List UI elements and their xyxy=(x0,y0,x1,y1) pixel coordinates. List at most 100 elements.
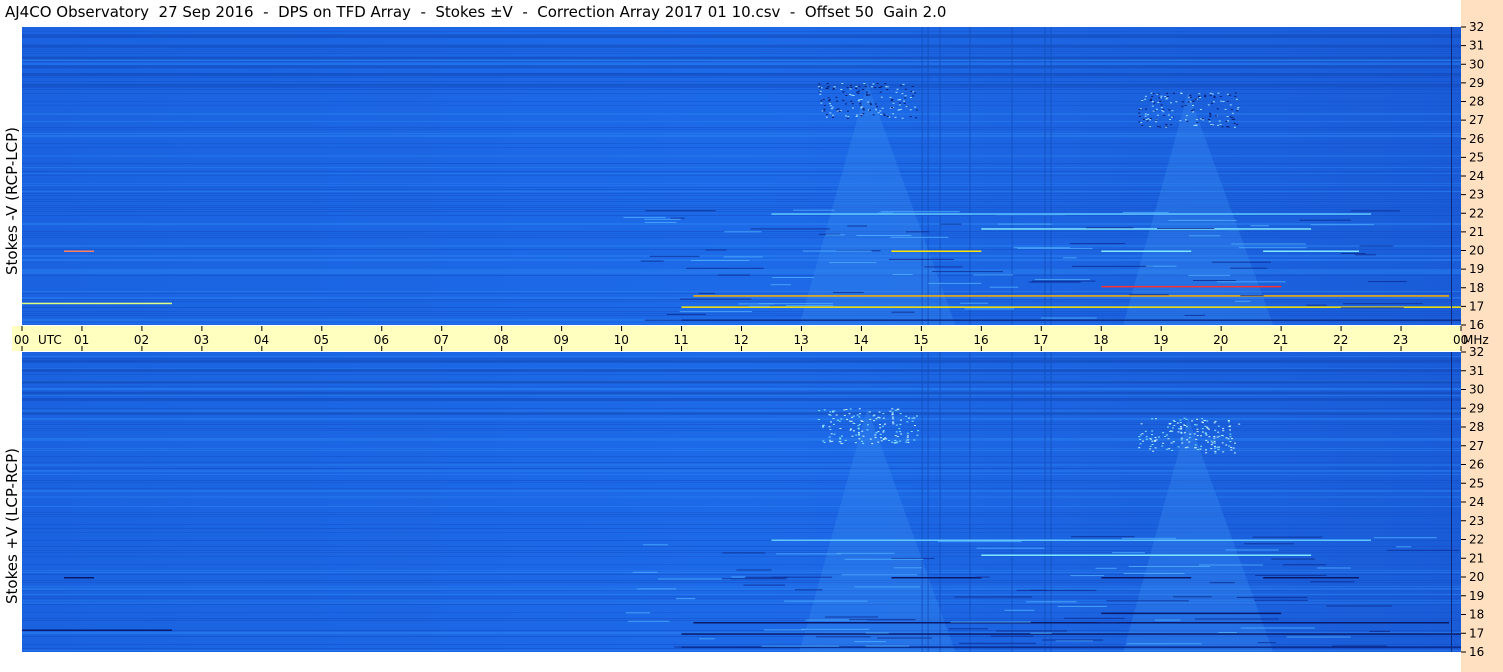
upper-streak xyxy=(724,231,762,233)
lower-burst-speckle xyxy=(1151,444,1154,445)
upper-burst-speckle xyxy=(1199,109,1202,110)
upper-burst-speckle xyxy=(1227,120,1230,122)
lower-streak xyxy=(1123,573,1185,574)
y-tick-label: 17 xyxy=(1469,299,1484,313)
lower-burst-speckle xyxy=(851,416,854,418)
utc-label: UTC xyxy=(38,333,62,347)
upper-band-stripe xyxy=(22,207,1461,208)
lower-dark-band xyxy=(22,411,1461,415)
lower-burst-speckle xyxy=(1188,437,1191,439)
upper-burst-speckle xyxy=(1222,101,1225,102)
upper-burst-speckle xyxy=(832,88,835,90)
upper-burst-speckle xyxy=(1210,124,1213,125)
lower-rfi-line xyxy=(1101,577,1192,579)
upper-rfi-line xyxy=(771,213,1372,215)
upper-streak xyxy=(989,286,1019,288)
lower-burst-speckle xyxy=(896,436,899,438)
upper-burst-speckle xyxy=(879,91,882,93)
upper-band-stripe xyxy=(22,89,1461,90)
upper-burst-speckle xyxy=(1201,118,1204,120)
lower-burst-speckle xyxy=(1201,421,1204,423)
upper-burst-speckle xyxy=(829,105,832,107)
upper-burst-speckle xyxy=(1158,97,1161,99)
y-tick-label: 16 xyxy=(1469,645,1484,659)
upper-burst-speckle xyxy=(1199,118,1202,120)
lower-burst-speckle xyxy=(883,423,886,425)
upper-band-stripe xyxy=(22,193,1461,194)
upper-streak xyxy=(1240,295,1264,297)
lower-streak xyxy=(721,578,787,580)
lower-streak xyxy=(891,557,935,559)
lower-burst-speckle xyxy=(882,439,885,440)
lower-streak xyxy=(937,541,1022,543)
lower-rfi-line xyxy=(981,554,1312,556)
upper-band-stripe xyxy=(22,127,1461,128)
lower-burst-speckle xyxy=(869,418,872,420)
upper-band-stripe xyxy=(22,245,1461,247)
lower-burst-speckle xyxy=(1203,420,1206,421)
lower-burst-speckle xyxy=(880,440,883,442)
lower-burst-speckle xyxy=(892,418,894,420)
lower-burst-speckle xyxy=(885,438,888,440)
upper-burst-speckle xyxy=(1157,125,1159,127)
upper-burst-speckle xyxy=(1204,94,1207,96)
upper-burst-speckle xyxy=(1229,104,1232,106)
lower-burst-speckle xyxy=(882,430,885,432)
lower-burst-speckle xyxy=(858,434,860,436)
upper-band-stripe xyxy=(22,235,1461,236)
y-tick-label: 26 xyxy=(1469,458,1484,472)
upper-streak xyxy=(1157,228,1215,229)
upper-rfi-line xyxy=(981,228,1312,230)
upper-burst-speckle xyxy=(1171,116,1174,118)
lower-band-stripe xyxy=(22,440,1461,441)
upper-burst-speckle xyxy=(833,86,836,88)
lower-streak xyxy=(1209,582,1235,584)
y-tick-label: 26 xyxy=(1469,132,1484,146)
upper-streak xyxy=(649,255,700,257)
lower-spectrogram-panel xyxy=(22,352,1461,652)
upper-burst-speckle xyxy=(871,86,873,88)
lower-burst-speckle xyxy=(894,409,897,411)
lower-burst-speckle xyxy=(840,418,843,420)
lower-streak xyxy=(1317,567,1351,569)
upper-burst-speckle xyxy=(1162,111,1165,113)
lower-band-stripe xyxy=(22,464,1461,466)
lower-burst-speckle xyxy=(913,417,916,419)
upper-band-stripe xyxy=(22,81,1461,82)
y-tick-label: 16 xyxy=(1469,318,1484,332)
lower-burst-speckle xyxy=(1213,436,1216,437)
lower-streak xyxy=(865,645,910,647)
lower-interference-line xyxy=(969,352,971,652)
upper-streak xyxy=(1193,280,1237,281)
upper-band-stripe xyxy=(22,237,1461,238)
lower-dark-band xyxy=(22,391,1461,395)
lower-band-stripe xyxy=(22,374,1461,375)
upper-burst-speckle xyxy=(825,116,828,118)
upper-band-stripe xyxy=(22,163,1461,164)
lower-burst-speckle xyxy=(906,432,909,434)
upper-burst-speckle xyxy=(1231,116,1234,118)
lower-burst-speckle xyxy=(853,430,855,432)
lower-burst-speckle xyxy=(1141,433,1144,435)
lower-burst-speckle xyxy=(1168,423,1171,425)
upper-burst-speckle xyxy=(1152,93,1155,95)
lower-burst-speckle xyxy=(833,410,836,412)
lower-burst-speckle xyxy=(908,417,911,419)
lower-band-stripe xyxy=(22,418,1461,420)
lower-burst-speckle xyxy=(1227,438,1230,440)
upper-streak xyxy=(690,260,750,261)
lower-burst-speckle xyxy=(905,415,908,417)
upper-interference-line xyxy=(1011,27,1013,325)
lower-burst-speckle xyxy=(1194,447,1197,449)
lower-burst-speckle xyxy=(1184,447,1187,449)
lower-burst-speckle xyxy=(1217,431,1220,433)
lower-burst-speckle xyxy=(1151,430,1154,432)
lower-streak xyxy=(1326,605,1393,607)
lower-dark-band xyxy=(22,359,1461,363)
lower-burst-speckle xyxy=(861,440,863,442)
upper-streak xyxy=(1086,227,1134,229)
upper-streak xyxy=(847,225,867,227)
upper-burst-speckle xyxy=(1149,99,1152,101)
upper-burst-speckle xyxy=(1231,118,1234,120)
upper-band-stripe xyxy=(22,93,1461,94)
